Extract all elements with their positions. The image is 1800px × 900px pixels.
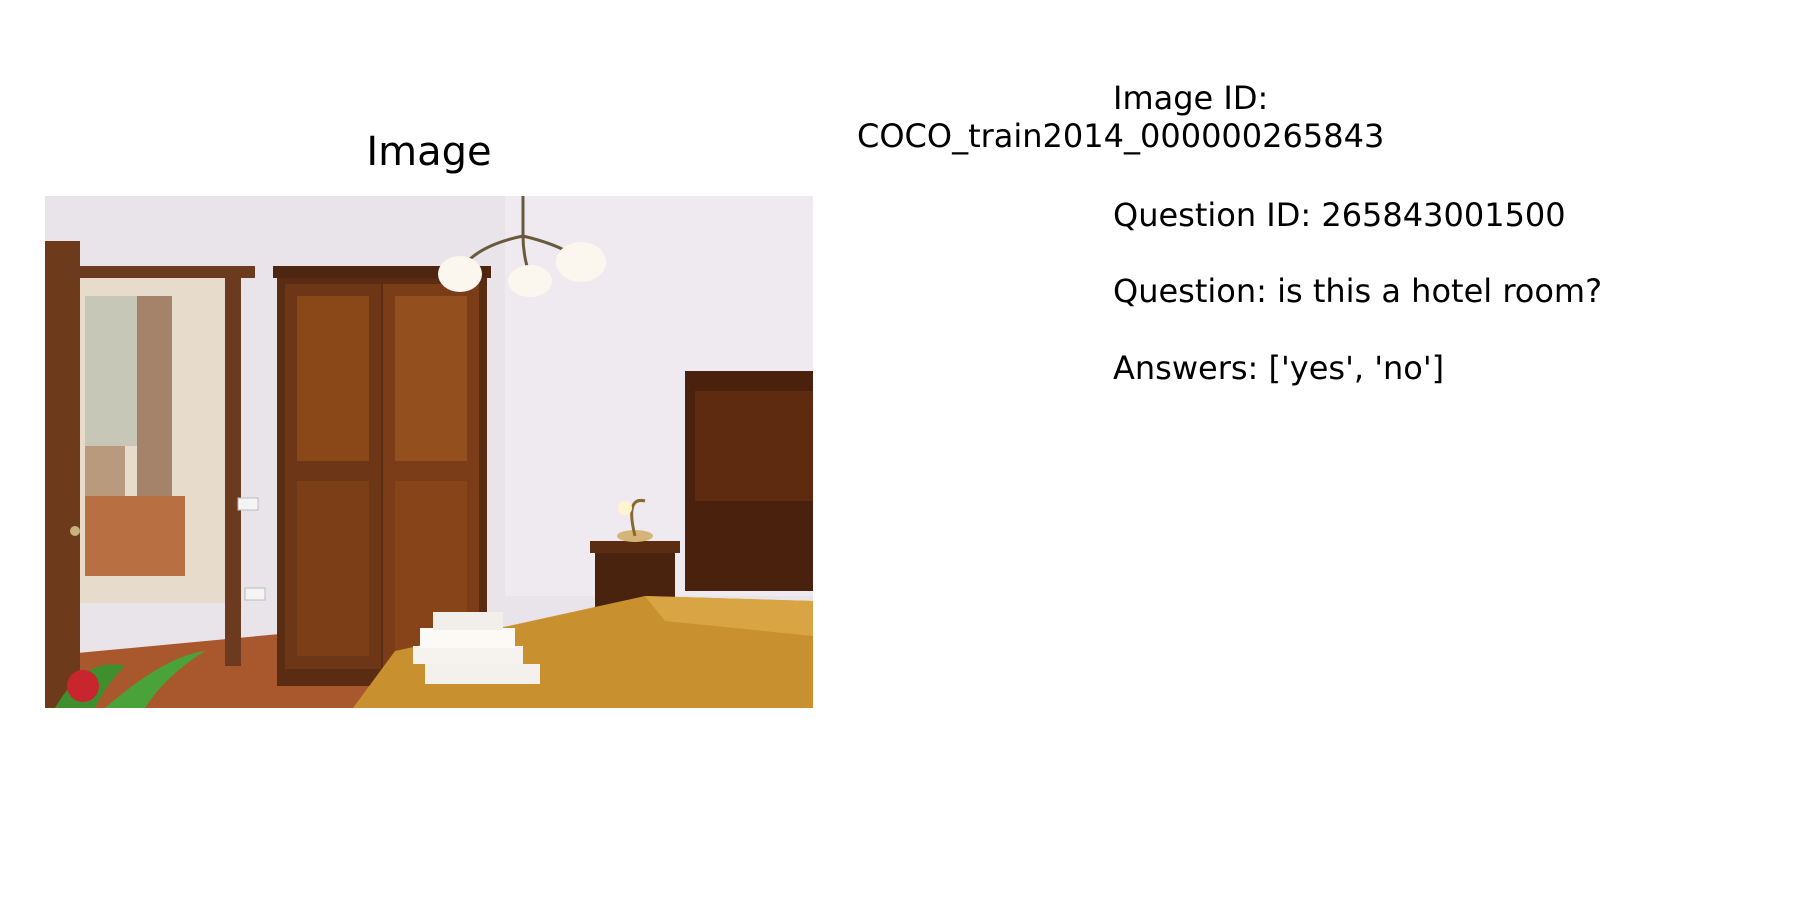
outlet <box>244 587 266 601</box>
adjacent-floor <box>85 496 185 576</box>
window-curtain <box>85 296 140 446</box>
wardrobe-panel-1 <box>297 296 369 461</box>
nightstand-top <box>590 541 680 553</box>
towel-2 <box>420 628 515 648</box>
bedroom-photo-illustration <box>45 196 813 708</box>
question-id: Question ID: 265843001500 <box>1113 196 1566 234</box>
door-handle <box>70 526 80 536</box>
towel-4 <box>425 664 540 684</box>
image-id-label: Image ID: <box>1113 79 1269 117</box>
lamp-shade-2 <box>508 265 552 297</box>
door <box>45 241 80 708</box>
image-panel-title: Image <box>366 129 492 175</box>
lamp-shade-3 <box>556 242 606 282</box>
image-id-value: COCO_train2014_000000265843 <box>857 117 1385 155</box>
bedroom-photo <box>45 196 813 708</box>
question-text: Question: is this a hotel room? <box>1113 272 1603 310</box>
lamp-shade-1 <box>438 256 482 292</box>
answers-text: Answers: ['yes', 'no'] <box>1113 349 1445 387</box>
light-switch <box>237 497 259 511</box>
headboard-panel <box>695 391 813 501</box>
towel-3 <box>433 612 503 630</box>
wardrobe-panel-3 <box>297 481 369 656</box>
table-lamp-bulb <box>618 501 632 515</box>
wardrobe-panel-2 <box>395 296 467 461</box>
plant-flower <box>67 670 99 702</box>
door-frame-right <box>225 266 241 666</box>
towel-1 <box>413 646 523 664</box>
